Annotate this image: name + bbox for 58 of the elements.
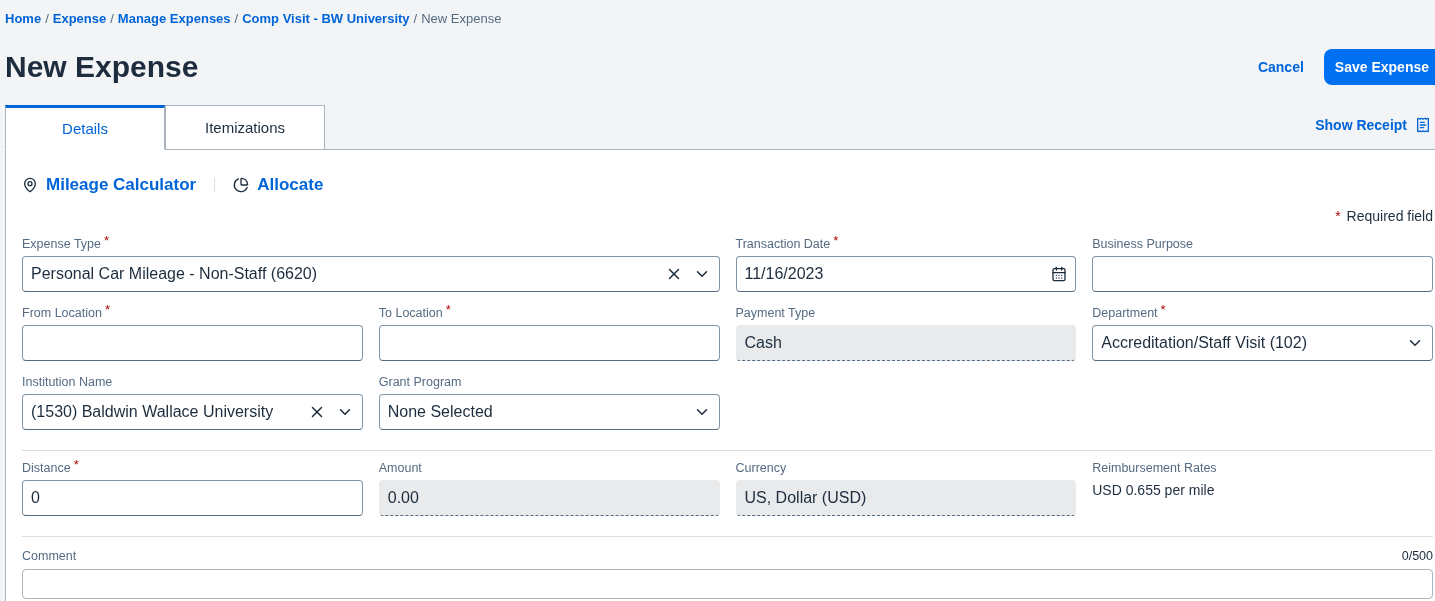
field-label: Amount [378, 461, 422, 475]
dropdown-field[interactable]: None Selected [378, 394, 720, 430]
field-label: Currency [735, 461, 787, 475]
readonly-field: Cash [735, 325, 1077, 361]
field-label: Department [1092, 306, 1158, 320]
breadcrumb-separator: / [110, 10, 114, 26]
tab[interactable]: Itemizations [165, 105, 325, 150]
input-field[interactable]: 0 [22, 480, 363, 516]
required-asterisk: * [104, 233, 110, 248]
comment-field[interactable] [22, 569, 1433, 599]
required-asterisk: * [104, 302, 110, 317]
readonly-field: US, Dollar (USD) [735, 480, 1077, 516]
field-label: Distance [22, 461, 71, 475]
dropdown-field[interactable]: (1530) Baldwin Wallace University [22, 394, 363, 430]
date-field[interactable]: 11/16/2023 [735, 256, 1077, 292]
field-label: Expense Type [22, 237, 101, 251]
dropdown-field[interactable]: Personal Car Mileage - Non-Staff (6620) [22, 256, 720, 292]
field-label: Payment Type [735, 306, 816, 320]
breadcrumb-link[interactable]: Manage Expenses [117, 10, 231, 26]
breadcrumb-link[interactable]: Comp Visit - BW University [242, 10, 410, 26]
input-field[interactable] [378, 325, 720, 361]
required-asterisk: * [1160, 302, 1166, 317]
field-label: From Location [22, 306, 102, 320]
required-asterisk: * [833, 233, 839, 248]
field-label: Business Purpose [1092, 237, 1193, 251]
breadcrumb-separator: / [234, 10, 239, 26]
dropdown-field[interactable]: Accreditation/Staff Visit (102) [1092, 325, 1433, 361]
current-page-label: New Expense [421, 10, 502, 26]
tab[interactable]: Details [5, 105, 165, 150]
input-field[interactable] [1092, 256, 1433, 292]
readonly-field: 0.00 [378, 480, 720, 516]
field-label: Transaction Date [735, 237, 831, 251]
breadcrumb-separator: / [45, 10, 49, 26]
rate-text: USD 0.655 per mile [1092, 482, 1216, 498]
required-note: Required field [1346, 208, 1433, 224]
field-label: To Location [378, 306, 443, 320]
allocate-button[interactable]: Allocate [233, 175, 324, 195]
field-label: Comment [22, 549, 77, 563]
map-pin-icon [22, 177, 38, 193]
breadcrumb-link[interactable]: Home [5, 10, 42, 26]
receipt-icon [1415, 117, 1431, 133]
cancel-button[interactable]: Cancel [1251, 58, 1310, 76]
required-asterisk: * [445, 302, 451, 317]
required-asterisk: * [1335, 208, 1341, 224]
field-label: Grant Program [378, 375, 462, 389]
show-receipt-button[interactable]: Show Receipt [1315, 117, 1435, 133]
calendar-icon[interactable] [1051, 266, 1068, 282]
save-expense-button[interactable]: Save Expense [1323, 49, 1435, 85]
input-field[interactable] [22, 325, 363, 361]
required-asterisk: * [73, 457, 79, 472]
breadcrumb-link[interactable]: Expense [52, 10, 107, 26]
breadcrumb-separator: / [413, 10, 418, 26]
pie-chart-icon [233, 177, 250, 193]
field-label: Institution Name [22, 375, 113, 389]
field-label: Reimbursement Rates [1092, 461, 1217, 475]
page-title: New Expense [5, 50, 199, 84]
character-counter: 0/500 [1401, 549, 1433, 563]
mileage-calculator-button[interactable]: Mileage Calculator [22, 175, 197, 195]
